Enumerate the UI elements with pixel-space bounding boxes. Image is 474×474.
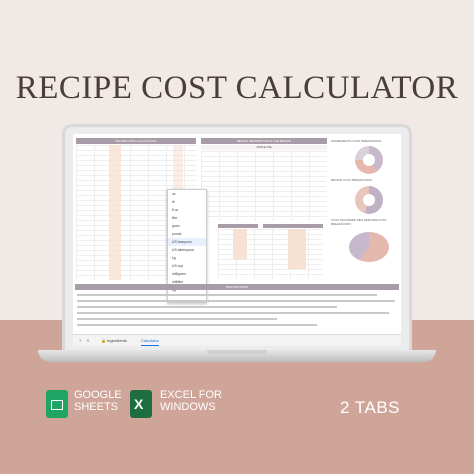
google-label-line1: GOOGLE [74,389,122,401]
dropdown-option[interactable]: US tablespoon [168,246,206,254]
all-sheets-icon[interactable]: ≡ [87,337,89,345]
dropdown-option[interactable]: gram [168,222,206,230]
instruction-text-line [77,318,277,320]
ingredients-donut-chart [355,146,383,174]
recipe-donut-chart [355,186,383,214]
tab-ingredients[interactable]: Ingredients [107,337,127,345]
chart-title-ingredients: INGREDIENTS COST BREAKDOWN [331,139,382,143]
google-label-line2: SHEETS [74,401,119,413]
dropdown-option[interactable]: fl oz [168,206,206,214]
instructions-header-text: INSTRUCTIONS [225,285,249,289]
center-header-text: RECIPE DESCRIPTION & THE RECIPE [236,139,292,143]
lock-icon: 🔒 [101,338,106,343]
serving-pie-chart [349,232,389,262]
page-title: RECIPE COST CALCULATOR [15,70,459,106]
dropdown-option[interactable]: milligram [168,270,206,278]
tab-calculator[interactable]: Calculator [141,337,160,346]
laptop-lid: RECIPE COST CALCULATOR RECIPE DESCRIPTIO… [62,124,412,356]
laptop-notch [207,350,267,354]
center-summary-peach [233,229,247,259]
instruction-text-line [77,300,395,302]
weight-header [218,224,258,228]
recipe-name: APPLE PIE [201,145,327,150]
dropdown-option[interactable]: kg [168,254,206,262]
add-sheet-icon[interactable]: + [79,337,81,345]
dropdown-option[interactable]: pound [168,230,206,238]
dropdown-option[interactable]: US cup [168,262,206,270]
excel-label-line1: EXCEL FOR [160,389,222,401]
summary-header [263,224,323,228]
chart-title-recipe: RECIPE COST BREAKDOWN [331,178,372,182]
instruction-text-line [77,294,377,296]
dropdown-option[interactable]: lb [168,198,206,206]
instruction-text-line [77,324,317,326]
instruction-text-line [77,312,389,314]
google-sheets-icon [46,390,68,418]
dropdown-option[interactable]: liter [168,214,206,222]
tabs-count-label: 2 TABS [340,398,401,417]
sheet-tab-bar: + ≡ 🔒 Ingredients Calculator [73,334,401,346]
excel-label-line2: WINDOWS [160,401,216,413]
left-table-peach-column [109,145,121,280]
dropdown-option[interactable]: oz [168,190,206,198]
spreadsheet-screen: RECIPE COST CALCULATOR RECIPE DESCRIPTIO… [73,134,401,346]
dropdown-option[interactable]: US teaspoon [168,238,206,246]
left-table-header-text: RECIPE COST CALCULATOR [115,139,157,143]
instruction-text-line [77,306,337,308]
center-summary-peach-2 [288,229,306,269]
center-description-grid [201,151,327,221]
chart-title-serving: COST INCURRED PER SERVING/COST BREAKDOWN [331,218,387,226]
excel-icon: X [130,390,152,418]
